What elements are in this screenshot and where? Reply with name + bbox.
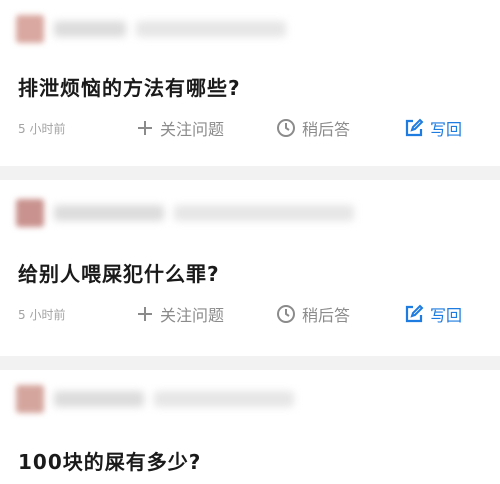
author-info-blurred [136,21,286,37]
answer-later-button[interactable]: 稍后答 [276,302,404,326]
write-answer-label: 写回 [430,306,463,325]
follow-question-button[interactable]: 关注问题 [136,302,276,326]
question-meta: 5 小时前 关注问题 稍后答 写回 [18,116,500,140]
author-name-blurred [54,205,164,221]
question-title[interactable]: 给别人喂屎犯什么罪? [18,258,220,287]
post-time: 5 小时前 [18,121,66,136]
post-time: 5 小时前 [18,307,66,322]
question-card[interactable]: 给别人喂屎犯什么罪? 5 小时前 关注问题 稍后答 写回 [0,180,500,356]
author-name-blurred [54,21,126,37]
answer-later-label: 稍后答 [302,306,351,325]
avatar[interactable] [16,15,44,43]
author-info-blurred [174,205,354,221]
edit-icon [404,118,424,138]
follow-question-label: 关注问题 [160,120,225,139]
write-answer-button[interactable]: 写回 [404,302,462,326]
question-card[interactable]: 100块的屎有多少? [0,370,500,484]
question-feed: 排泄烦恼的方法有哪些? 5 小时前 关注问题 稍后答 写回 给别人喂屎犯什么罪?… [0,0,500,484]
avatar[interactable] [16,385,44,413]
author-row [16,384,294,414]
write-answer-button[interactable]: 写回 [404,116,462,140]
avatar[interactable] [16,199,44,227]
edit-icon [404,304,424,324]
plus-icon [136,305,154,323]
follow-question-label: 关注问题 [160,306,225,325]
author-row [16,198,354,228]
author-row [16,14,286,44]
question-card[interactable]: 排泄烦恼的方法有哪些? 5 小时前 关注问题 稍后答 写回 [0,0,500,166]
plus-icon [136,119,154,137]
question-meta: 5 小时前 关注问题 稍后答 写回 [18,302,500,326]
answer-later-button[interactable]: 稍后答 [276,116,404,140]
question-title[interactable]: 100块的屎有多少? [18,446,201,475]
question-title[interactable]: 排泄烦恼的方法有哪些? [18,72,241,101]
clock-icon [276,304,296,324]
author-name-blurred [54,391,144,407]
answer-later-label: 稍后答 [302,120,351,139]
follow-question-button[interactable]: 关注问题 [136,116,276,140]
author-info-blurred [154,391,294,407]
write-answer-label: 写回 [430,120,463,139]
clock-icon [276,118,296,138]
